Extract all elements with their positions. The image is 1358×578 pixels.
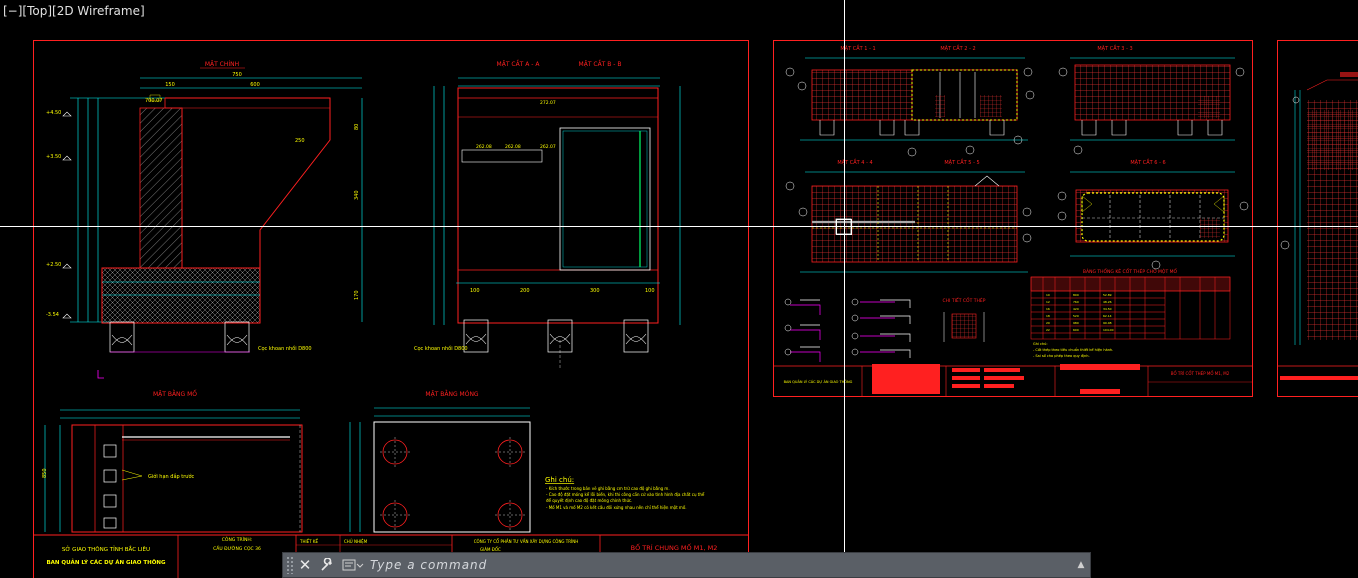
command-bar-grip-handle[interactable] bbox=[286, 556, 294, 574]
note-line: - Mố M1 và mố M2 có kết cấu đối xứng nha… bbox=[546, 505, 687, 510]
svg-text:300: 300 bbox=[590, 288, 600, 294]
svg-text:520: 520 bbox=[1073, 314, 1079, 318]
tb-designer: THIẾT KẾ bbox=[299, 538, 318, 544]
svg-text:100: 100 bbox=[645, 288, 655, 294]
section-ab-view: MẶT CẮT A - A MẶT CẮT B - B 262.08 262.0… bbox=[414, 60, 681, 370]
view-title-22: MẶT CẮT 2 - 2 bbox=[940, 44, 975, 52]
steel-table-title: BẢNG THỐNG KÊ CỐT THÉP CHO MỘT MỐ bbox=[1083, 267, 1178, 275]
svg-text:340: 340 bbox=[354, 190, 360, 200]
svg-text:90.08: 90.08 bbox=[1103, 321, 1112, 325]
view-title-section-a: MẶT CẮT A - A bbox=[497, 60, 541, 68]
elev-label: +2.50 bbox=[46, 262, 61, 268]
view-title-plan-abutment: MẶT BẰNG MỐ bbox=[153, 390, 197, 398]
note-line: - Cao độ đặt móng kể lỗi biến, khi thi c… bbox=[546, 492, 705, 497]
view-title-front: MẶT CHÍNH bbox=[205, 61, 239, 68]
rebar-details bbox=[784, 298, 911, 362]
svg-text:420: 420 bbox=[1073, 307, 1079, 311]
svg-text:850: 850 bbox=[42, 468, 48, 478]
owner-sheet-2: BAN QUẢN LÝ CÁC DỰ ÁN GIAO THÔNG bbox=[784, 379, 853, 384]
svg-text:800: 800 bbox=[1073, 293, 1079, 297]
view-title-66: MẶT CẮT 6 - 6 bbox=[1130, 158, 1165, 166]
svg-text:262.07: 262.07 bbox=[540, 144, 556, 150]
view-title-section-b: MẶT CẮT B - B bbox=[579, 60, 622, 68]
note-line: để quyết định cao độ đặt móng chính thức… bbox=[546, 498, 632, 503]
viewport-controls-label[interactable]: [−][Top][2D Wireframe] bbox=[3, 4, 145, 18]
elev-label: +4.50 bbox=[46, 110, 61, 116]
svg-text:- Cốt thép theo tiêu chuẩn thi: - Cốt thép theo tiêu chuẩn thiết kế hiện… bbox=[1033, 347, 1113, 352]
view-title-33: MẶT CẮT 3 - 3 bbox=[1097, 44, 1132, 52]
steel-table bbox=[1030, 276, 1231, 340]
owner-line-2: BAN QUẢN LÝ CÁC DỰ ÁN GIAO THÔNG bbox=[46, 558, 166, 566]
pile-note-1: Cọc khoan nhồi D800 bbox=[258, 344, 312, 352]
dim-top-b: 600 bbox=[250, 82, 260, 88]
svg-text:18: 18 bbox=[1046, 314, 1050, 318]
svg-text:22: 22 bbox=[1046, 328, 1050, 332]
svg-text:104.00: 104.00 bbox=[1103, 328, 1114, 332]
svg-text:20: 20 bbox=[1046, 321, 1050, 325]
view-title-44: MẶT CẮT 4 - 4 bbox=[837, 158, 872, 166]
tb-checker: CHỦ NHIỆM bbox=[344, 539, 368, 544]
elev-label: +3.50 bbox=[46, 154, 61, 160]
svg-text:170: 170 bbox=[354, 290, 360, 300]
svg-text:262.08: 262.08 bbox=[476, 144, 492, 150]
svg-text:200: 200 bbox=[520, 288, 530, 294]
close-icon[interactable]: ✕ bbox=[294, 554, 316, 576]
svg-text:16: 16 bbox=[1046, 307, 1050, 311]
svg-text:34.50: 34.50 bbox=[1103, 307, 1112, 311]
svg-text:80: 80 bbox=[354, 124, 360, 130]
view-title-11: MẶT CẮT 1 - 1 bbox=[840, 44, 875, 52]
drawing-title-sheet-2: BỐ TRÍ CỐT THÉP MỐ M1, M2 bbox=[1171, 371, 1230, 376]
svg-text:600: 600 bbox=[1073, 328, 1079, 332]
svg-text:100: 100 bbox=[470, 288, 480, 294]
command-history-dropdown-icon[interactable] bbox=[338, 554, 368, 576]
svg-text:262.08: 262.08 bbox=[505, 144, 521, 150]
view-title-55: MẶT CẮT 5 - 5 bbox=[944, 158, 979, 166]
pile-note-2: Cọc khoan nhồi D800 bbox=[414, 344, 468, 352]
dim-top-total: 750 bbox=[232, 72, 242, 78]
svg-text:Ghi chú:: Ghi chú: bbox=[1033, 342, 1048, 346]
owner-line-1: SỞ GIAO THÔNG TỈNH BẮC LIÊU bbox=[62, 545, 150, 553]
svg-text:Giới hạn đắp trước: Giới hạn đắp trước bbox=[148, 473, 195, 480]
svg-text:62.14: 62.14 bbox=[1103, 314, 1112, 318]
command-input[interactable] bbox=[368, 554, 1072, 576]
svg-text:700.07: 700.07 bbox=[145, 98, 163, 104]
svg-text:52.89: 52.89 bbox=[1103, 293, 1112, 297]
svg-text:272.07: 272.07 bbox=[540, 100, 556, 106]
svg-text:980: 980 bbox=[1073, 321, 1079, 325]
front-elevation-view: MẶT CHÍNH 750 150 600 80 340 170 250 Cọc… bbox=[46, 61, 363, 379]
tb-company: CÔNG TY CỔ PHẦN TƯ VẤN XÂY DỰNG CÔNG TRÌ… bbox=[474, 539, 578, 544]
svg-text:10: 10 bbox=[1046, 293, 1050, 297]
elev-label: -3.54 bbox=[46, 312, 59, 318]
plan-abutment-view: MẶT BẰNG MỐ Giới hạn đắp trước 850 bbox=[42, 390, 303, 533]
sheet-1: MẶT CHÍNH 750 150 600 80 340 170 250 Cọc… bbox=[33, 40, 749, 578]
svg-text:48.26: 48.26 bbox=[1103, 300, 1112, 304]
dim-top-a: 150 bbox=[165, 82, 175, 88]
svg-text:- Sai số cho phép theo quy địn: - Sai số cho phép theo quy định. bbox=[1033, 354, 1090, 358]
notes-title: Ghi chú: bbox=[545, 476, 574, 484]
notes-block: Ghi chú: - Kích thước trong bản vẽ ghi b… bbox=[545, 476, 705, 510]
plan-foundation-view: MẶT BẰNG MÓNG bbox=[349, 390, 531, 533]
svg-text:760: 760 bbox=[1073, 300, 1079, 304]
dim-r-250: 250 bbox=[295, 138, 305, 144]
svg-text:12: 12 bbox=[1046, 300, 1050, 304]
project-name: CẦU ĐƯỜNG CỌC 36 bbox=[213, 544, 261, 552]
chevron-up-icon[interactable]: ▲ bbox=[1072, 554, 1090, 576]
wrench-icon[interactable] bbox=[316, 554, 338, 576]
note-line: - Kích thước trong bản vẽ ghi bằng cm tr… bbox=[546, 486, 670, 491]
command-line-bar: ✕ ▲ bbox=[282, 552, 1091, 578]
view-title-plan-foundation: MẶT BẰNG MÓNG bbox=[425, 390, 479, 398]
drawing-title-sheet-1: BỐ TRÍ CHUNG MỐ M1, M2 bbox=[631, 542, 718, 552]
drawing-viewport[interactable]: MẶT CHÍNH 750 150 600 80 340 170 250 Cọc… bbox=[0, 0, 1358, 578]
sheet-3-partial bbox=[1277, 40, 1358, 397]
view-title-detail: CHI TIẾT CỐT THÉP bbox=[943, 296, 986, 304]
project-label: CÔNG TRÌNH: bbox=[222, 536, 252, 543]
